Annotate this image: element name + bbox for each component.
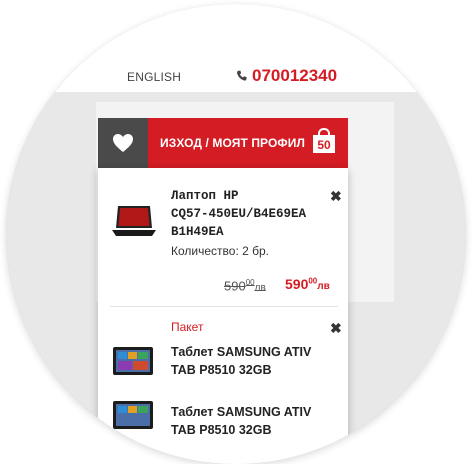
item-name-line2[interactable]: TAB P8510 32GB bbox=[171, 422, 272, 438]
phone-value: 070012340 bbox=[252, 66, 338, 85]
cart-item: Пакет Таблет SAMSUNG ATIV TAB P8510 32GB… bbox=[98, 308, 348, 388]
profile-button[interactable]: ИЗХОД / МОЯТ ПРОФИЛ 50 bbox=[148, 118, 348, 168]
laptop-thumbnail bbox=[112, 206, 156, 236]
remove-item-icon[interactable]: ✖ bbox=[330, 320, 342, 337]
cart-dropdown: Лаптоп HP CQ57-450EU/B4E69EA B1H49EA Кол… bbox=[98, 168, 348, 464]
language-switch[interactable]: ENGLISH bbox=[127, 70, 181, 84]
top-bar: ENGLISH 070012340 bbox=[6, 4, 466, 92]
item-name-line3[interactable]: B1H49EA bbox=[171, 224, 224, 240]
heart-icon bbox=[113, 134, 133, 152]
profile-label: ИЗХОД / МОЯТ ПРОФИЛ bbox=[160, 136, 306, 150]
cart-item: Таблет SAMSUNG ATIV TAB P8510 32GB bbox=[98, 388, 348, 464]
phone-number[interactable]: 070012340 bbox=[236, 66, 337, 86]
tablet-thumbnail bbox=[113, 347, 153, 375]
divider bbox=[110, 306, 338, 307]
item-price: 59000лв bbox=[285, 276, 330, 292]
item-name-line2[interactable]: TAB P8510 32GB bbox=[171, 362, 272, 378]
tablet-thumbnail bbox=[113, 401, 153, 429]
cart-count: 50 bbox=[317, 138, 331, 152]
item-name-line1[interactable]: Таблет SAMSUNG ATIV bbox=[171, 344, 311, 360]
wishlist-button[interactable] bbox=[98, 118, 148, 168]
item-quantity: Количество: 2 бр. bbox=[171, 244, 269, 258]
item-old-price: 59000лв bbox=[224, 278, 266, 294]
item-name-line2[interactable]: CQ57-450EU/B4E69EA bbox=[171, 206, 306, 222]
zoom-circle: ENGLISH 070012340 ИЗХОД / МОЯТ ПРОФИЛ 50 bbox=[6, 4, 466, 464]
item-name-line1[interactable]: Таблет SAMSUNG ATIV bbox=[171, 404, 311, 420]
phone-icon bbox=[237, 70, 247, 81]
bundle-tag: Пакет bbox=[171, 320, 204, 334]
cart-item: Лаптоп HP CQ57-450EU/B4E69EA B1H49EA Кол… bbox=[98, 168, 348, 308]
remove-item-icon[interactable]: ✖ bbox=[330, 188, 342, 205]
item-name-line1[interactable]: Лаптоп HP bbox=[171, 188, 239, 204]
